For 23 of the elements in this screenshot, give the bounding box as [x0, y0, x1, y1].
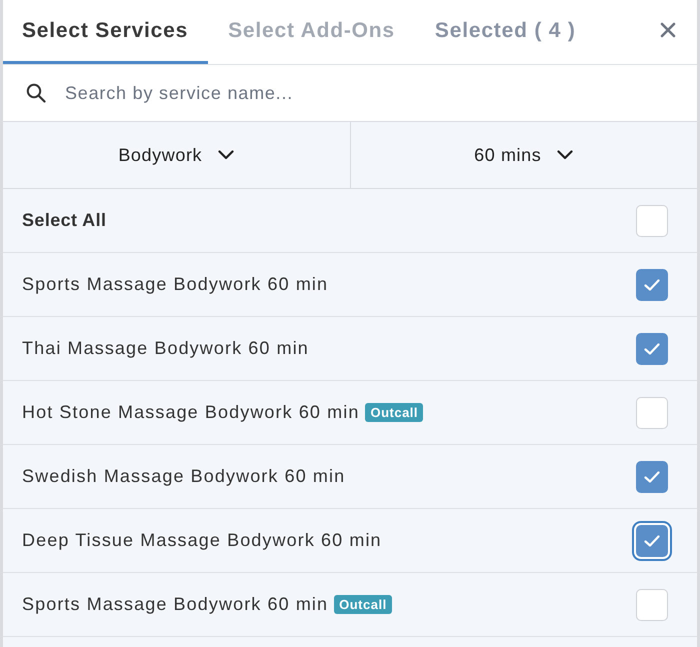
check-icon: [644, 470, 660, 482]
chevron-down-icon: [557, 150, 574, 160]
service-name: Sports Massage Bodywork 60 min: [22, 594, 328, 615]
service-name: Deep Tissue Massage Bodywork 60 min: [22, 530, 382, 551]
checkbox[interactable]: [636, 460, 668, 492]
filter-dropdown[interactable]: Bodywork: [3, 122, 350, 188]
check-icon: [644, 534, 660, 546]
search-icon: [26, 83, 46, 103]
check-icon: [644, 278, 660, 290]
outcall-badge: Outcall: [334, 595, 392, 614]
checkbox[interactable]: [636, 268, 668, 300]
checkbox[interactable]: [636, 332, 668, 364]
outcall-badge: Outcall: [365, 403, 424, 422]
check-icon: [644, 342, 660, 354]
select-all-label: Select All: [22, 210, 106, 231]
chevron-down-icon: [218, 150, 234, 160]
service-name: Sports Massage Bodywork 60 min: [22, 274, 328, 295]
search-field[interactable]: Search by service name...: [3, 65, 697, 122]
filter-dropdown[interactable]: 60 mins: [350, 122, 697, 188]
service-name: Thai Massage Bodywork 60 min: [22, 338, 309, 359]
service-name: Swedish Massage Bodywork 60 min: [22, 466, 346, 487]
service-name: Hot Stone Massage Bodywork 60 min: [22, 402, 360, 423]
close-icon[interactable]: [660, 22, 676, 38]
